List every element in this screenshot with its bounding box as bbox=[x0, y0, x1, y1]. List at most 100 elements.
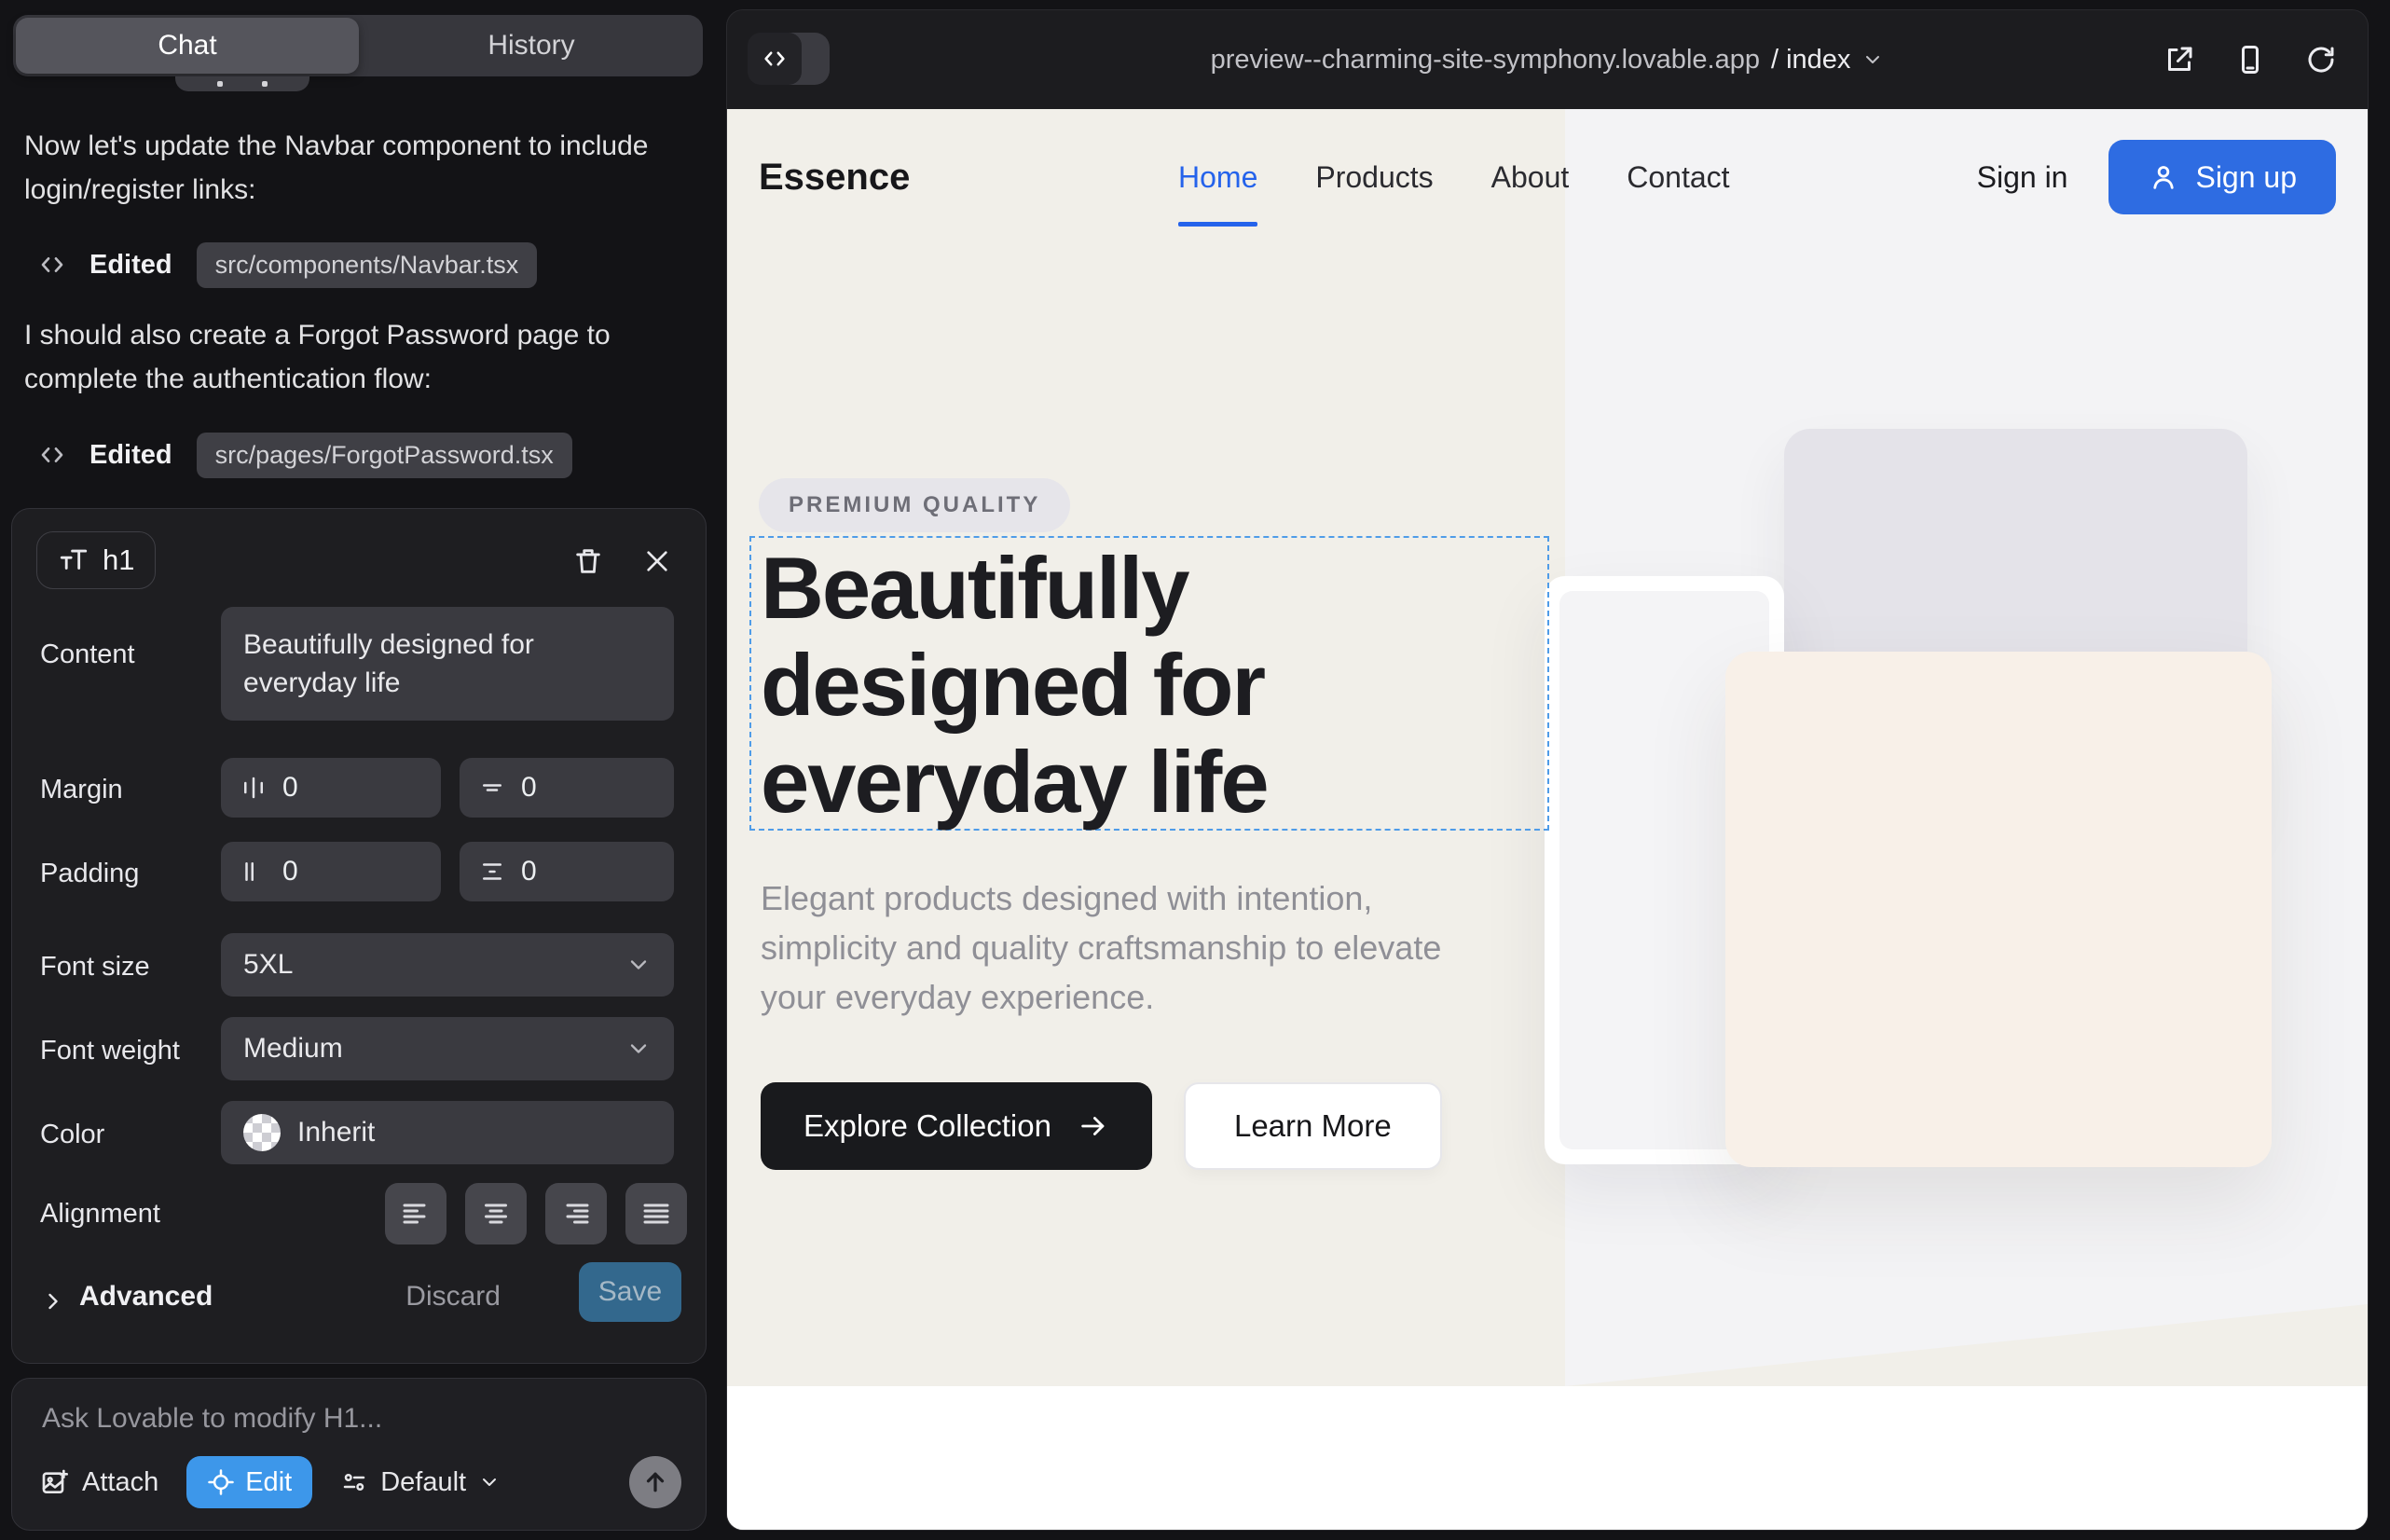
next-section bbox=[727, 1386, 2368, 1531]
edited-file-chip[interactable]: src/pages/ForgotPassword.tsx bbox=[197, 433, 572, 478]
close-editor-button[interactable] bbox=[637, 541, 678, 582]
user-icon bbox=[2148, 161, 2179, 193]
explore-collection-label: Explore Collection bbox=[804, 1108, 1051, 1144]
nav-link-products[interactable]: Products bbox=[1315, 160, 1433, 195]
hero-description: Elegant products designed with intention… bbox=[761, 873, 1469, 1022]
learn-more-label: Learn More bbox=[1234, 1108, 1392, 1144]
sliders-icon bbox=[340, 1468, 368, 1496]
chevron-down-icon bbox=[625, 952, 652, 978]
edited-label: Edited bbox=[89, 440, 172, 471]
color-select[interactable]: Inherit bbox=[221, 1101, 674, 1164]
margin-y-value: 0 bbox=[521, 772, 537, 804]
decor-rect-cream bbox=[1725, 652, 2272, 1167]
edited-file-chip[interactable]: src/components/Navbar.tsx bbox=[197, 242, 538, 288]
edited-label: Edited bbox=[89, 250, 172, 281]
tab-chat-label: Chat bbox=[158, 30, 216, 62]
url-bar[interactable]: preview--charming-site-symphony.lovable.… bbox=[727, 10, 2368, 109]
hero-badge: PREMIUM QUALITY bbox=[759, 478, 1070, 532]
nav-link-home[interactable]: Home bbox=[1178, 160, 1257, 195]
font-size-select[interactable]: 5XL bbox=[221, 933, 674, 997]
font-weight-value: Medium bbox=[243, 1033, 343, 1065]
arrow-right-icon bbox=[1078, 1110, 1109, 1142]
padding-x-value: 0 bbox=[282, 856, 298, 887]
send-button[interactable] bbox=[629, 1456, 681, 1508]
color-value: Inherit bbox=[297, 1117, 375, 1148]
explore-collection-button[interactable]: Explore Collection bbox=[761, 1082, 1152, 1170]
type-icon bbox=[58, 544, 89, 576]
font-weight-select[interactable]: Medium bbox=[221, 1017, 674, 1080]
chat-message: Now let's update the Navbar component to… bbox=[24, 124, 690, 212]
align-right-button[interactable] bbox=[545, 1183, 607, 1244]
chat-composer: Ask Lovable to modify H1... Attach Edit … bbox=[11, 1378, 707, 1531]
chevron-down-icon bbox=[625, 1036, 652, 1062]
chat-history-tabbar: Chat History bbox=[13, 15, 703, 76]
margin-x-value: 0 bbox=[282, 772, 298, 804]
mobile-view-button[interactable] bbox=[2233, 43, 2267, 76]
attach-button[interactable]: Attach bbox=[40, 1467, 158, 1498]
margin-y-input[interactable]: 0 bbox=[460, 758, 674, 818]
content-input[interactable]: Beautifully designed for everyday life bbox=[221, 607, 674, 721]
element-tag-pill: h1 bbox=[36, 531, 156, 589]
element-editor-panel: h1 Content Beautifully designed for ever… bbox=[11, 508, 707, 1364]
chevron-down-icon bbox=[1861, 48, 1884, 71]
default-label: Default bbox=[380, 1467, 466, 1498]
padding-label: Padding bbox=[40, 859, 139, 889]
advanced-toggle[interactable]: Advanced bbox=[79, 1281, 213, 1313]
color-label: Color bbox=[40, 1120, 104, 1150]
nav-link-contact[interactable]: Contact bbox=[1627, 160, 1729, 195]
edit-mode-button[interactable]: Edit bbox=[186, 1456, 312, 1508]
default-mode-button[interactable]: Default bbox=[340, 1467, 501, 1498]
composer-input[interactable]: Ask Lovable to modify H1... bbox=[42, 1403, 382, 1435]
nav-link-about[interactable]: About bbox=[1491, 160, 1570, 195]
margin-x-icon bbox=[240, 774, 268, 802]
preview-toolbar: preview--charming-site-symphony.lovable.… bbox=[727, 10, 2368, 109]
color-swatch bbox=[243, 1114, 281, 1151]
site-logo[interactable]: Essence bbox=[759, 157, 910, 199]
margin-y-icon bbox=[478, 774, 506, 802]
tab-history[interactable]: History bbox=[360, 15, 703, 76]
content-label: Content bbox=[40, 639, 135, 670]
attach-label: Attach bbox=[82, 1467, 158, 1498]
alignment-label: Alignment bbox=[40, 1199, 160, 1230]
font-size-label: Font size bbox=[40, 952, 150, 983]
font-size-value: 5XL bbox=[243, 949, 293, 981]
refresh-button[interactable] bbox=[2304, 43, 2338, 76]
sign-up-button[interactable]: Sign up bbox=[2108, 140, 2336, 214]
save-button[interactable]: Save bbox=[579, 1262, 681, 1322]
open-external-button[interactable] bbox=[2163, 43, 2196, 76]
tab-history-label: History bbox=[488, 30, 574, 62]
align-center-button[interactable] bbox=[465, 1183, 527, 1244]
padding-y-icon bbox=[478, 858, 506, 886]
code-icon bbox=[37, 440, 67, 470]
padding-y-input[interactable]: 0 bbox=[460, 842, 674, 901]
chat-message: I should also create a Forgot Password p… bbox=[24, 313, 690, 401]
code-icon bbox=[37, 250, 67, 280]
url-host: preview--charming-site-symphony.lovable.… bbox=[1211, 45, 1760, 76]
attach-image-icon bbox=[40, 1467, 70, 1497]
discard-button[interactable]: Discard bbox=[405, 1281, 501, 1313]
target-icon bbox=[207, 1468, 235, 1496]
align-left-button[interactable] bbox=[385, 1183, 446, 1244]
delete-element-button[interactable] bbox=[568, 541, 609, 582]
preview-window: preview--charming-site-symphony.lovable.… bbox=[726, 9, 2369, 1531]
padding-y-value: 0 bbox=[521, 856, 537, 887]
edit-label: Edit bbox=[245, 1467, 292, 1498]
margin-x-input[interactable]: 0 bbox=[221, 758, 441, 818]
scrolled-chip-peek bbox=[175, 76, 309, 91]
site-navbar: Essence Home Products About Contact Sign… bbox=[727, 109, 2368, 245]
font-weight-label: Font weight bbox=[40, 1036, 180, 1066]
padding-x-icon bbox=[240, 858, 268, 886]
learn-more-button[interactable]: Learn More bbox=[1184, 1082, 1442, 1170]
align-justify-button[interactable] bbox=[625, 1183, 687, 1244]
hero-heading[interactable]: Beautifully designed for everyday life bbox=[761, 540, 1544, 831]
edited-file-row: Edited src/pages/ForgotPassword.tsx bbox=[37, 431, 572, 479]
padding-x-input[interactable]: 0 bbox=[221, 842, 441, 901]
edited-file-row: Edited src/components/Navbar.tsx bbox=[37, 241, 537, 289]
url-path: / index bbox=[1771, 45, 1850, 76]
tab-chat[interactable]: Chat bbox=[16, 18, 359, 74]
margin-label: Margin bbox=[40, 775, 123, 805]
site-nav-links: Home Products About Contact bbox=[1178, 109, 1730, 245]
chevron-right-icon bbox=[40, 1288, 66, 1314]
chevron-down-icon bbox=[478, 1471, 501, 1493]
sign-in-link[interactable]: Sign in bbox=[1977, 160, 2068, 195]
